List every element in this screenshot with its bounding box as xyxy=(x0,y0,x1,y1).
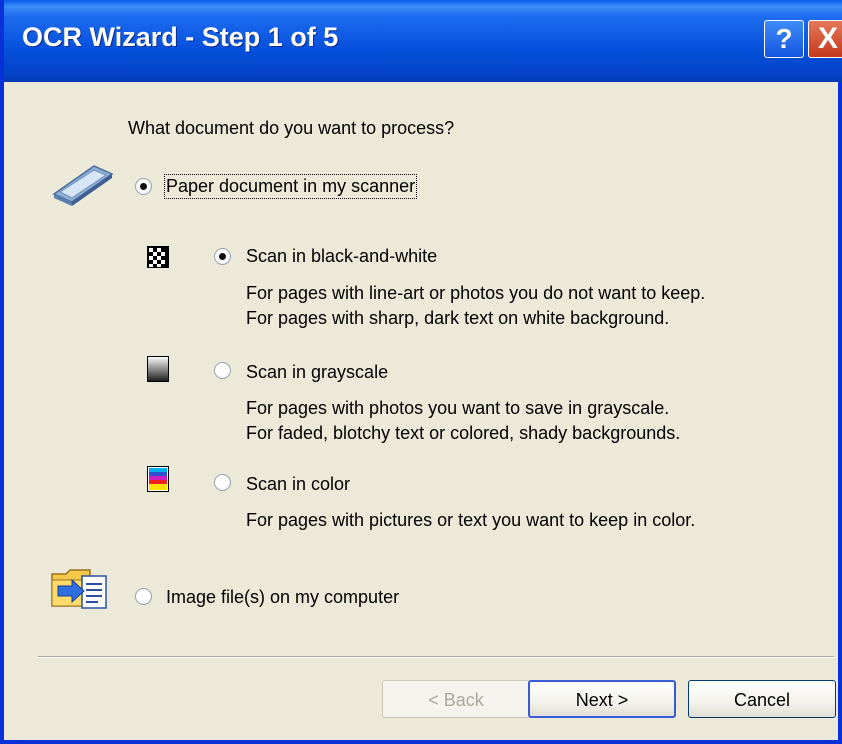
color-icon xyxy=(147,466,169,492)
back-button[interactable]: < Back xyxy=(382,680,530,718)
cancel-button[interactable]: Cancel xyxy=(688,680,836,718)
scan-bw-radio[interactable] xyxy=(214,248,231,265)
question-text: What document do you want to process? xyxy=(128,118,455,138)
help-button[interactable]: ? xyxy=(764,20,804,58)
folder-import-icon xyxy=(51,569,107,609)
grayscale-icon xyxy=(147,356,169,382)
paper-document-radio[interactable] xyxy=(135,178,152,195)
scanner-icon xyxy=(52,165,114,206)
paper-document-label[interactable]: Paper document in my scanner xyxy=(163,174,418,199)
title-bar[interactable]: OCR Wizard - Step 1 of 5 ? X xyxy=(4,0,842,82)
scan-bw-desc-2: For pages with sharp, dark text on white… xyxy=(246,308,670,328)
next-button[interactable]: Next > xyxy=(528,680,676,718)
scan-grayscale-radio[interactable] xyxy=(214,362,231,379)
scan-color-desc-1: For pages with pictures or text you want… xyxy=(246,510,696,530)
image-files-radio[interactable] xyxy=(135,588,152,605)
black-white-icon xyxy=(147,246,169,268)
scan-color-radio[interactable] xyxy=(214,474,231,491)
scan-bw-label[interactable]: Scan in black-and-white xyxy=(246,246,437,267)
window-title: OCR Wizard - Step 1 of 5 xyxy=(22,22,339,52)
scan-color-label[interactable]: Scan in color xyxy=(246,474,350,495)
scan-bw-desc-1: For pages with line-art or photos you do… xyxy=(246,283,706,303)
wizard-content: What document do you want to process? Pa… xyxy=(4,82,842,744)
image-files-label[interactable]: Image file(s) on my computer xyxy=(166,587,399,608)
scan-grayscale-desc-1: For pages with photos you want to save i… xyxy=(246,398,670,418)
close-button[interactable]: X xyxy=(808,20,842,58)
scan-grayscale-label[interactable]: Scan in grayscale xyxy=(246,362,388,383)
scan-grayscale-desc-2: For faded, blotchy text or colored, shad… xyxy=(246,423,681,443)
button-separator xyxy=(38,656,834,658)
ocr-wizard-window: OCR Wizard - Step 1 of 5 ? X What docume… xyxy=(0,0,842,744)
